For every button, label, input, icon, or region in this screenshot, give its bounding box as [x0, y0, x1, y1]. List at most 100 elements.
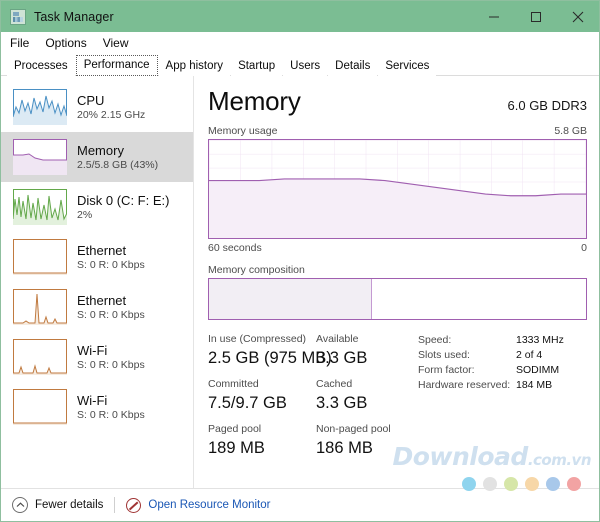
open-resource-monitor-link[interactable]: Open Resource Monitor [126, 497, 270, 513]
sidebar-item-wi-fi[interactable]: Wi-Fi S: 0 R: 0 Kbps [1, 332, 193, 382]
sidebar-item-meta: Wi-Fi S: 0 R: 0 Kbps [77, 343, 145, 372]
window-title: Task Manager [34, 9, 114, 24]
memory-usage-graph[interactable] [208, 139, 587, 239]
stat-label-text: Committed [208, 378, 259, 390]
sidebar-item-meta: Disk 0 (C: F: E:) 2% [77, 193, 169, 222]
composition-caption: Memory composition [208, 264, 305, 276]
stat-block: Committed Cached 7.5/9.7 GB 3.3 GB [208, 377, 408, 415]
system-info-key: Form factor: [418, 364, 475, 376]
stat-label-row: Committed Cached [208, 377, 408, 392]
memory-spec: 6.0 GB DDR3 [507, 98, 587, 113]
system-info-key: Speed: [418, 334, 452, 346]
sidebar-mini-graph [13, 89, 67, 125]
stat-value: 2.5 GB (975 MB) [208, 347, 332, 370]
stat-label: Non-paged pool [316, 422, 391, 437]
stat-label: Paged pool [208, 422, 316, 437]
sidebar-item-ethernet[interactable]: Ethernet S: 0 R: 0 Kbps [1, 282, 193, 332]
sidebar-item-sublabel: 2% [77, 208, 93, 221]
menu-item-view[interactable]: View [103, 36, 129, 50]
stat-block: Paged pool Non-paged pool 189 MB 186 MB [208, 422, 408, 460]
memory-stats: In use (Compressed) Available 2.5 GB (975 … [208, 332, 408, 467]
stat-label: In use (Compressed) [208, 332, 316, 347]
system-info: Speed: 1333 MHz Slots used: 2 of 4 Form fact… [408, 332, 564, 467]
fewer-details-label: Fewer details [35, 499, 104, 511]
stat-value: 3.3 GB [316, 347, 367, 370]
resource-monitor-icon [126, 497, 142, 513]
sidebar-mini-graph [13, 339, 67, 375]
composition-divider [371, 279, 373, 319]
footer-separator [114, 497, 116, 513]
stat-value-text: 7.5/9.7 GB [208, 394, 287, 412]
stat-value: 7.5/9.7 GB [208, 392, 316, 415]
sidebar-item-sublabel: 20% 2.15 GHz [77, 108, 146, 121]
system-info-value: 1333 MHz [516, 334, 564, 346]
sidebar-item-meta: Ethernet S: 0 R: 0 Kbps [77, 293, 145, 322]
stat-label-text: In use (Compressed) [208, 333, 307, 345]
minimize-button[interactable] [473, 1, 515, 32]
maximize-button[interactable] [515, 1, 557, 32]
stat-block: In use (Compressed) Available 2.5 GB (975 … [208, 332, 408, 370]
sidebar-item-sublabel: S: 0 R: 0 Kbps [77, 308, 145, 321]
fewer-details-button[interactable]: Fewer details [12, 497, 103, 513]
sidebar-item-disk-0-c-f-e[interactable]: Disk 0 (C: F: E:) 2% [1, 182, 193, 232]
sidebar-item-wi-fi[interactable]: Wi-Fi S: 0 R: 0 Kbps [1, 382, 193, 432]
tab-processes[interactable]: Processes [7, 57, 75, 76]
sidebar-item-meta: Ethernet S: 0 R: 0 Kbps [77, 243, 145, 272]
sidebar-item-meta: Memory 2.5/5.8 GB (43%) [77, 143, 158, 172]
system-info-row: Form factor: SODIMM [418, 363, 564, 378]
menu-bar: File Options View [1, 32, 599, 54]
sidebar-item-label: CPU [77, 92, 105, 108]
stat-value-text: 2.5 GB (975 MB) [208, 349, 332, 367]
tab-app-history[interactable]: App history [158, 57, 231, 76]
memory-usage-chart [209, 140, 586, 238]
footer-bar: Fewer details Open Resource Monitor [1, 488, 599, 521]
sidebar-item-label: Disk 0 (C: F: E:) [77, 192, 170, 208]
tab-performance[interactable]: Performance [75, 55, 158, 76]
stat-label-row: In use (Compressed) Available [208, 332, 408, 347]
sidebar-item-meta: Wi-Fi S: 0 R: 0 Kbps [77, 393, 145, 422]
sidebar-item-memory[interactable]: Memory 2.5/5.8 GB (43%) [1, 132, 193, 182]
system-info-key: Slots used: [418, 349, 470, 361]
stat-value-text: 3.3 GB [316, 349, 368, 367]
system-info-value: 2 of 4 [516, 349, 543, 361]
stat-label: Committed [208, 377, 316, 392]
composition-in-use-segment [209, 279, 372, 319]
sidebar-item-label: Ethernet [77, 292, 127, 308]
stat-label: Cached [316, 377, 352, 392]
memory-composition-bar[interactable] [208, 278, 587, 320]
sidebar-item-cpu[interactable]: CPU 20% 2.15 GHz [1, 82, 193, 132]
sidebar-item-sublabel: S: 0 R: 0 Kbps [77, 358, 145, 371]
sidebar-mini-graph [13, 289, 67, 325]
graph-axis-row: 60 seconds 0 [208, 242, 587, 254]
axis-label-right: 0 [581, 242, 587, 254]
stat-value-text: 186 MB [316, 439, 373, 457]
usage-caption: Memory usage [208, 125, 278, 137]
system-info-value: SODIMM [516, 364, 560, 376]
resource-sidebar: CPU 20% 2.15 GHz Memory 2.5/5.8 GB (43%) Dis… [1, 76, 194, 488]
sidebar-item-ethernet[interactable]: Ethernet S: 0 R: 0 Kbps [1, 232, 193, 282]
sidebar-item-meta: CPU 20% 2.15 GHz [77, 93, 145, 122]
sidebar-mini-graph [13, 139, 67, 175]
system-info-key: Hardware reserved: [418, 379, 511, 391]
tab-startup[interactable]: Startup [231, 57, 283, 76]
sidebar-mini-graph [13, 189, 67, 225]
stat-label-text: Non-paged pool [316, 423, 391, 435]
usage-max-label: 5.8 GB [554, 125, 587, 137]
stat-value-row: 2.5 GB (975 MB) 3.3 GB [208, 347, 408, 370]
stat-label: Available [316, 332, 358, 347]
close-button[interactable] [557, 1, 599, 32]
statistics-area: In use (Compressed) Available 2.5 GB (975 … [208, 332, 587, 467]
system-info-row: Hardware reserved: 184 MB [418, 378, 564, 393]
axis-label-left: 60 seconds [208, 242, 262, 254]
tab-services[interactable]: Services [378, 57, 437, 76]
menu-item-file[interactable]: File [10, 36, 29, 50]
menu-item-options[interactable]: Options [45, 36, 86, 50]
tab-users[interactable]: Users [283, 57, 328, 76]
tab-details[interactable]: Details [328, 57, 378, 76]
sidebar-item-label: Wi-Fi [77, 342, 108, 358]
stat-label-text: Cached [316, 378, 353, 390]
page-title: Memory [208, 86, 301, 116]
system-info-row: Speed: 1333 MHz [418, 333, 564, 348]
chevron-up-icon [12, 497, 28, 513]
sidebar-item-sublabel: 2.5/5.8 GB (43%) [77, 158, 159, 171]
